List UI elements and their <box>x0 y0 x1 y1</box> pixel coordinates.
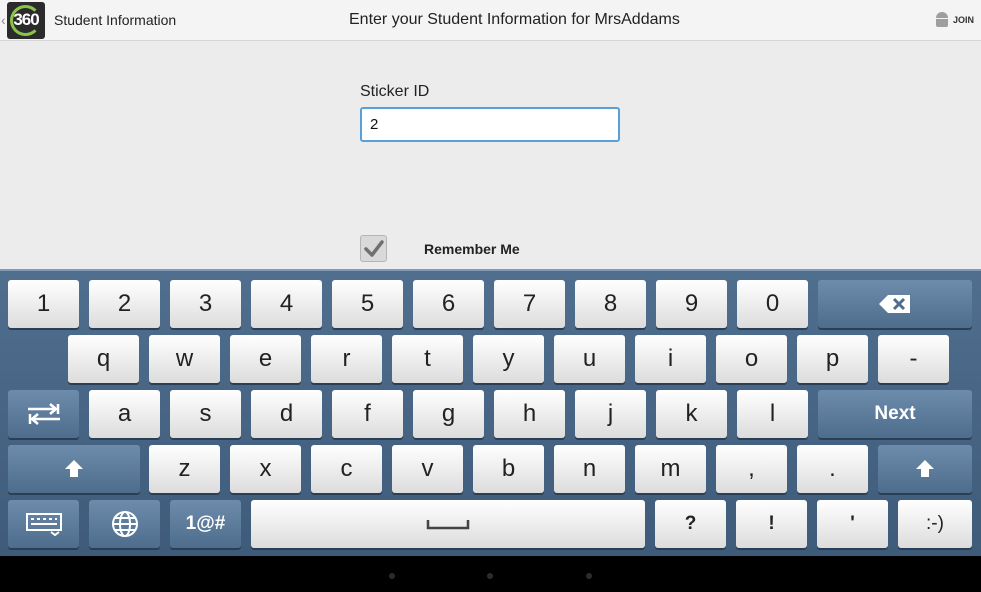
system-nav-bar <box>0 556 981 592</box>
key[interactable]: . <box>797 445 868 493</box>
key[interactable]: 2 <box>89 280 160 328</box>
shift-icon <box>65 460 83 477</box>
key[interactable]: t <box>392 335 463 383</box>
key[interactable]: c <box>311 445 382 493</box>
backspace-icon <box>879 295 910 313</box>
key[interactable]: :-) <box>898 500 972 548</box>
key[interactable]: 3 <box>170 280 241 328</box>
key[interactable]: n <box>554 445 625 493</box>
recents-icon[interactable] <box>586 573 592 579</box>
key[interactable]: f <box>332 390 403 438</box>
key[interactable]: u <box>554 335 625 383</box>
key[interactable]: o <box>716 335 787 383</box>
key[interactable]: - <box>878 335 949 383</box>
soft-keyboard: 1 2 3 4 5 6 7 8 9 0 q w e r t y u i o p … <box>0 269 981 556</box>
android-icon <box>934 11 950 29</box>
shift-key-left[interactable] <box>8 445 140 493</box>
logo-text: 360 <box>13 10 39 29</box>
key[interactable]: 9 <box>656 280 727 328</box>
join-button[interactable]: JOIN <box>934 10 974 30</box>
key[interactable]: i <box>635 335 706 383</box>
key[interactable]: m <box>635 445 706 493</box>
join-label: JOIN <box>953 15 975 25</box>
key[interactable]: g <box>413 390 484 438</box>
back-icon[interactable] <box>389 573 395 579</box>
space-bar[interactable] <box>251 500 645 548</box>
checkmark-icon <box>364 240 384 257</box>
sticker-id-input[interactable] <box>360 107 620 142</box>
key[interactable]: x <box>230 445 301 493</box>
sticker-id-label: Sticker ID <box>360 83 430 100</box>
key[interactable]: q <box>68 335 139 383</box>
key[interactable]: h <box>494 390 565 438</box>
shift-icon <box>916 460 934 477</box>
keyboard-settings-icon <box>25 513 62 536</box>
header-title: Enter your Student Information for MrsAd… <box>349 11 680 28</box>
key[interactable]: a <box>89 390 160 438</box>
tab-switch-icon <box>27 403 60 425</box>
language-key[interactable] <box>89 500 160 548</box>
key[interactable]: k <box>656 390 727 438</box>
key[interactable]: b <box>473 445 544 493</box>
key[interactable]: l <box>737 390 808 438</box>
key[interactable]: j <box>575 390 646 438</box>
key[interactable]: ' <box>817 500 888 548</box>
app-logo[interactable]: 360 <box>7 2 45 39</box>
key[interactable]: p <box>797 335 868 383</box>
key[interactable]: 8 <box>575 280 646 328</box>
key[interactable]: 5 <box>332 280 403 328</box>
key[interactable]: 4 <box>251 280 322 328</box>
key[interactable]: 6 <box>413 280 484 328</box>
shift-key-right[interactable] <box>878 445 972 493</box>
tab-switch-key[interactable] <box>8 390 79 438</box>
key[interactable]: 7 <box>494 280 565 328</box>
key[interactable]: d <box>251 390 322 438</box>
backspace-key[interactable] <box>818 280 972 328</box>
action-bar: ‹ 360 Student Information Enter your Stu… <box>0 0 981 41</box>
symbols-key[interactable]: 1@# <box>170 500 241 548</box>
key[interactable]: y <box>473 335 544 383</box>
key[interactable]: z <box>149 445 220 493</box>
key[interactable]: e <box>230 335 301 383</box>
key[interactable]: , <box>716 445 787 493</box>
key[interactable]: s <box>170 390 241 438</box>
keyboard-settings-key[interactable] <box>8 500 79 548</box>
key[interactable]: ! <box>736 500 807 548</box>
remember-me-label: Remember Me <box>424 241 520 257</box>
key[interactable]: 0 <box>737 280 808 328</box>
key[interactable]: ? <box>655 500 726 548</box>
home-icon[interactable] <box>487 573 493 579</box>
key[interactable]: 1 <box>8 280 79 328</box>
page-title: Student Information <box>54 12 177 28</box>
space-bar-icon <box>426 520 470 530</box>
remember-me-checkbox[interactable] <box>360 235 387 262</box>
key[interactable]: w <box>149 335 220 383</box>
key[interactable]: v <box>392 445 463 493</box>
next-key[interactable]: Next <box>818 390 972 438</box>
key[interactable]: r <box>311 335 382 383</box>
globe-icon <box>111 511 138 537</box>
